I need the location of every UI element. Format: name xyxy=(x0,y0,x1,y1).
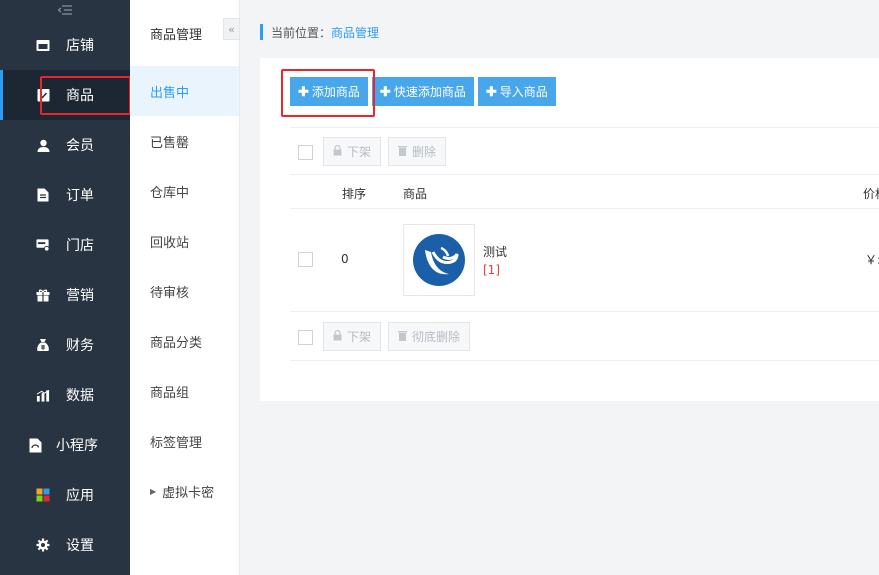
plus-icon: ✚ xyxy=(485,83,497,99)
sidebar-item-mini-program[interactable]: 小程序 xyxy=(0,420,130,470)
column-header-sort[interactable]: 排序 xyxy=(342,185,366,202)
sidebar-item-finance[interactable]: 财务 xyxy=(0,320,130,370)
delete-label: 删除 xyxy=(412,145,437,159)
sidebar-item-label: 营销 xyxy=(66,288,94,304)
submenu-item-label: 虚拟卡密 xyxy=(162,485,215,501)
offshelf-button-top[interactable]: 下架 xyxy=(323,137,382,166)
store-icon xyxy=(36,38,50,52)
offshelf-button-bottom[interactable]: 下架 xyxy=(323,322,382,351)
sidebar-item-shop[interactable]: 门店 xyxy=(0,220,130,270)
divider xyxy=(290,311,879,312)
user-icon xyxy=(36,138,50,152)
submenu-item-pending-review[interactable]: 待审核 xyxy=(130,266,239,316)
goods-price: ￥: xyxy=(865,253,879,267)
sidebar-item-label: 设置 xyxy=(66,538,94,554)
submenu-item-tags[interactable]: 标签管理 xyxy=(130,416,239,466)
sidebar-item-label: 数据 xyxy=(66,388,94,404)
main-content: 当前位置： 商品管理 ✚ 添加商品 ✚ 快速添加商品 ✚ 导入商品 下架 删除 … xyxy=(240,0,879,575)
collapse-lines-icon[interactable] xyxy=(0,0,130,20)
submenu-item-recycle-bin[interactable]: 回收站 xyxy=(130,216,239,266)
column-header-price[interactable]: 价格 xyxy=(863,185,879,202)
sidebar-item-order[interactable]: 订单 xyxy=(0,170,130,220)
column-header-goods: 商品 xyxy=(403,187,428,201)
sidebar-item-settings[interactable]: 设置 xyxy=(0,520,130,570)
sidebar-item-label: 应用 xyxy=(66,488,94,504)
offshelf-label: 下架 xyxy=(347,145,372,159)
permanent-delete-label: 彻底删除 xyxy=(412,330,461,344)
permanent-delete-button[interactable]: 彻底删除 xyxy=(388,322,471,351)
goods-stock: [1] xyxy=(483,263,500,277)
bar-chart-icon xyxy=(36,388,50,402)
highlight-box-add-goods xyxy=(281,69,375,117)
plus-icon: ✚ xyxy=(379,83,391,99)
sidebar-item-label: 订单 xyxy=(66,188,94,204)
select-all-checkbox-bottom[interactable] xyxy=(298,330,313,345)
submenu-item-on-sale[interactable]: 出售中 xyxy=(130,66,239,116)
gift-icon xyxy=(36,288,50,302)
highlight-box-goods xyxy=(40,76,131,115)
submenu-item-category[interactable]: 商品分类 xyxy=(130,316,239,366)
caret-right-icon: ▶ xyxy=(150,486,157,496)
submenu-item-sold-out[interactable]: 已售罄 xyxy=(130,116,239,166)
order-icon xyxy=(36,188,50,202)
lock-icon xyxy=(333,144,342,159)
sidebar-item-member[interactable]: 会员 xyxy=(0,120,130,170)
sidebar-item-label: 店铺 xyxy=(66,38,94,54)
divider xyxy=(290,208,879,209)
shop-icon xyxy=(36,238,50,252)
submenu-item-goods-group[interactable]: 商品组 xyxy=(130,366,239,416)
apps-icon xyxy=(36,488,50,502)
divider xyxy=(290,127,879,128)
submenu-item-warehouse[interactable]: 仓库中 xyxy=(130,166,239,216)
breadcrumb-prefix: 当前位置： xyxy=(271,25,332,40)
breadcrumb-current[interactable]: 商品管理 xyxy=(331,24,379,41)
sidebar-item-label: 会员 xyxy=(66,138,94,154)
goods-thumbnail[interactable] xyxy=(403,224,475,296)
import-goods-label: 导入商品 xyxy=(499,85,548,99)
row-checkbox[interactable] xyxy=(298,252,313,267)
delete-button-top[interactable]: 删除 xyxy=(388,137,447,166)
goods-name[interactable]: 测试 xyxy=(483,243,507,260)
divider xyxy=(290,174,879,175)
trash-icon xyxy=(398,145,407,159)
gear-icon xyxy=(36,538,50,552)
sidebar-item-data[interactable]: 数据 xyxy=(0,370,130,420)
quick-add-goods-button[interactable]: ✚ 快速添加商品 xyxy=(371,77,474,106)
breadcrumb: 当前位置： 商品管理 xyxy=(260,24,379,40)
secondary-menu: 商品管理 出售中 已售罄 仓库中 回收站 待审核 商品分类 商品组 标签管理 ▶… xyxy=(130,0,240,575)
sidebar-item-label: 门店 xyxy=(66,238,94,254)
goods-panel: ✚ 添加商品 ✚ 快速添加商品 ✚ 导入商品 下架 删除 排序 商品 价 0 测… xyxy=(260,58,879,401)
goods-logo-image xyxy=(413,234,465,286)
money-bag-icon xyxy=(36,338,50,352)
sidebar-item-store[interactable]: 店铺 xyxy=(0,20,130,70)
sidebar-item-label: 财务 xyxy=(66,338,94,354)
submenu-item-virtual-card[interactable]: ▶ 虚拟卡密 xyxy=(130,466,239,516)
divider xyxy=(290,360,879,361)
offshelf-label: 下架 xyxy=(347,330,372,344)
collapse-submenu-button[interactable]: « xyxy=(223,18,240,40)
select-all-checkbox-top[interactable] xyxy=(298,145,313,160)
mini-program-icon xyxy=(28,438,42,452)
lock-icon xyxy=(333,329,342,344)
quick-add-goods-label: 快速添加商品 xyxy=(393,85,466,99)
sidebar-item-apps[interactable]: 应用 xyxy=(0,470,130,520)
row-sort[interactable]: 0 xyxy=(341,252,349,266)
sidebar-item-label: 小程序 xyxy=(56,438,98,454)
sidebar-item-marketing[interactable]: 营销 xyxy=(0,270,130,320)
trash-icon xyxy=(398,330,407,344)
import-goods-button[interactable]: ✚ 导入商品 xyxy=(477,77,556,106)
